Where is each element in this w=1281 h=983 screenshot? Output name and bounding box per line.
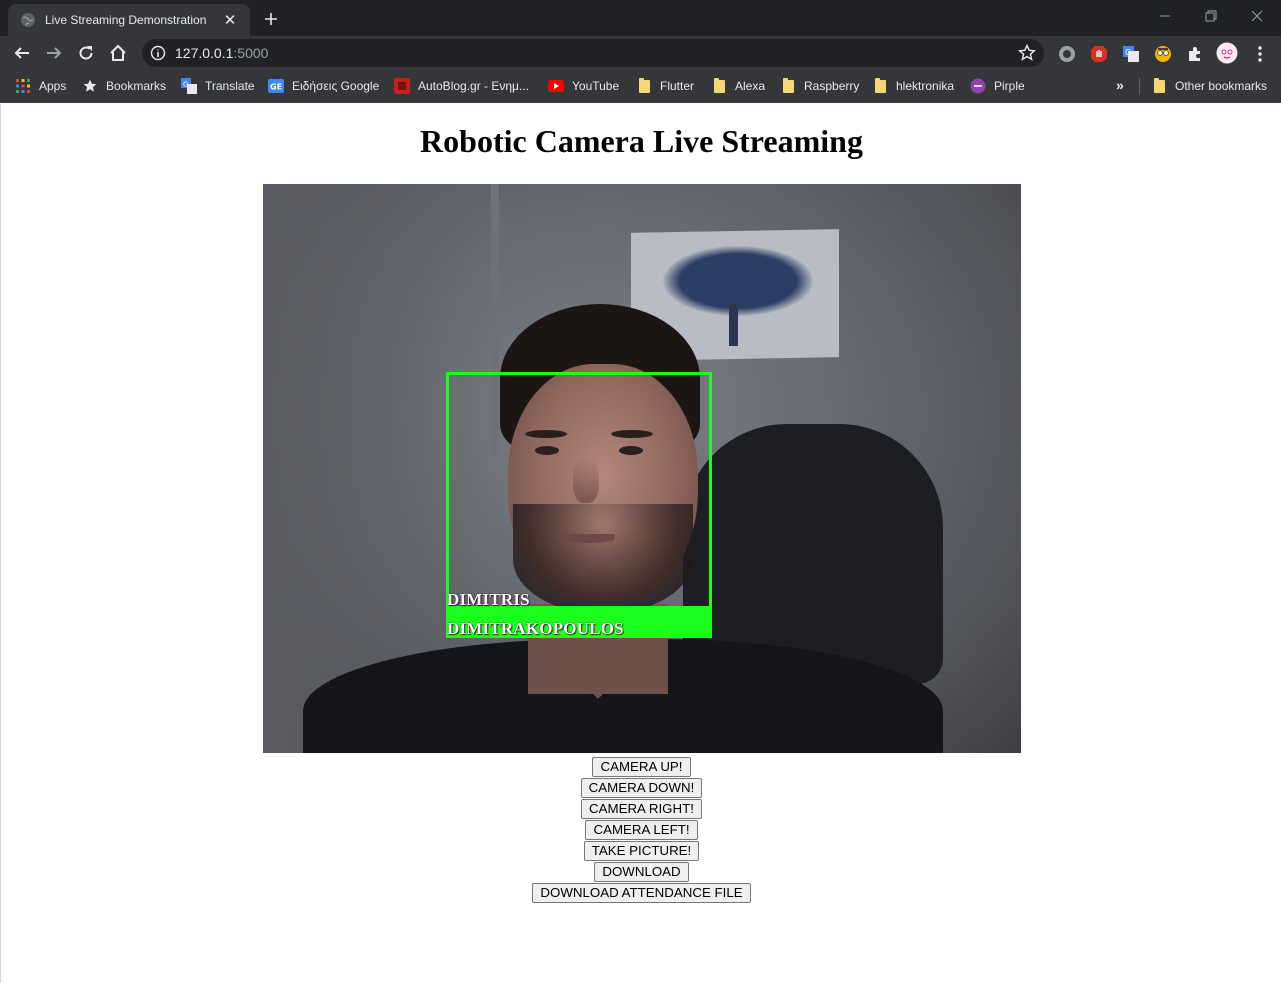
bookmark-label: Raspberry — [804, 79, 860, 93]
camera-controls: CAMERA UP! CAMERA DOWN! CAMERA RIGHT! CA… — [1, 757, 1281, 904]
tab-close-icon[interactable]: ✕ — [220, 10, 240, 30]
home-icon — [110, 44, 126, 61]
new-tab-button[interactable] — [258, 6, 284, 32]
apps-grid-icon — [15, 78, 31, 94]
folder-icon — [780, 77, 796, 94]
svg-text:G: G — [183, 81, 188, 89]
youtube-icon — [548, 78, 564, 94]
bookmark-youtube[interactable]: YouTube — [548, 77, 619, 95]
restore-icon — [1205, 10, 1217, 22]
svg-text:GE: GE — [270, 83, 282, 92]
forward-arrow-icon — [47, 47, 62, 59]
address-bar[interactable]: 127.0.0.1:5000 — [142, 39, 1044, 67]
translate-icon: G — [181, 78, 197, 94]
adblock-extension-icon[interactable] — [1089, 44, 1109, 64]
translate-extension-icon[interactable]: G — [1121, 44, 1141, 64]
profile-avatar-icon[interactable] — [1216, 42, 1238, 64]
google-news-icon: GE — [268, 78, 284, 94]
url-port: :5000 — [233, 45, 269, 61]
browser-tab-strip: Live Streaming Demonstration ✕ — [0, 0, 1281, 36]
bookmarks-overflow-chevron-icon[interactable]: » — [1116, 77, 1124, 93]
pirple-icon — [970, 78, 986, 94]
bookmark-label: Flutter — [660, 79, 695, 93]
tab-title: Live Streaming Demonstration — [45, 13, 207, 27]
bookmark-folder-hlektronika[interactable]: hlektronika — [872, 77, 954, 95]
page-title: Robotic Camera Live Streaming — [420, 123, 863, 159]
other-bookmarks-label: Other bookmarks — [1175, 79, 1268, 93]
bookmark-label: YouTube — [572, 79, 620, 93]
video-painting-tree — [663, 246, 813, 316]
puzzle-extensions-icon[interactable] — [1185, 44, 1205, 64]
bookmark-pirple[interactable]: Pirple — [970, 77, 1025, 95]
close-window-button[interactable] — [1234, 0, 1280, 32]
forward-button[interactable] — [40, 39, 68, 67]
info-icon[interactable] — [150, 45, 166, 61]
bookmark-label: hlektronika — [896, 79, 955, 93]
bookmark-label: Pirple — [994, 79, 1025, 93]
avatar-extension-icon[interactable] — [1153, 44, 1173, 64]
url-host: 127.0.0.1 — [175, 45, 234, 61]
browser-tab[interactable]: Live Streaming Demonstration ✕ — [8, 4, 250, 36]
restore-window-button[interactable] — [1188, 0, 1234, 32]
folder-icon — [636, 77, 652, 94]
autoblog-icon — [394, 78, 410, 94]
minimize-window-button[interactable] — [1142, 0, 1188, 32]
star-icon — [82, 78, 98, 94]
live-video-stream: DIMITRIS DIMITRAKOPOULOS — [263, 184, 1021, 753]
back-arrow-icon — [14, 47, 29, 59]
bookmark-autoblog[interactable]: AutoBlog.gr - Ενημ... — [394, 77, 529, 95]
bookmark-apps[interactable]: Apps — [15, 77, 66, 95]
bookmark-bookmarks[interactable]: Bookmarks — [82, 77, 166, 95]
reload-button[interactable] — [72, 39, 100, 67]
face-label-line2: DIMITRAKOPOULOS — [447, 619, 624, 638]
video-painting-trunk — [729, 304, 738, 346]
bookmark-folder-alexa[interactable]: Alexa — [711, 77, 765, 95]
face-label-line1: DIMITRIS — [447, 590, 530, 609]
download-button[interactable]: DOWNLOAD — [594, 862, 689, 882]
bookmark-translate[interactable]: G Translate — [181, 77, 255, 95]
bookmark-label: Ειδήσεις Google — [292, 79, 380, 93]
folder-icon — [872, 77, 888, 94]
camera-left-button[interactable]: CAMERA LEFT! — [585, 820, 698, 840]
menu-kebab-icon[interactable] — [1250, 44, 1270, 64]
page-content: Robotic Camera Live Streaming DIMITRIS D… — [0, 104, 1281, 983]
camera-up-button[interactable]: CAMERA UP! — [592, 757, 691, 777]
browser-toolbar: 127.0.0.1:5000 G — [0, 36, 1281, 70]
reload-icon — [79, 46, 93, 60]
bookmark-label: Alexa — [735, 79, 766, 93]
bookmark-label: Translate — [205, 79, 255, 93]
bookmark-label: Bookmarks — [106, 79, 167, 93]
bookmark-folder-raspberry[interactable]: Raspberry — [780, 77, 859, 95]
home-button[interactable] — [104, 39, 132, 67]
bookmark-label: AutoBlog.gr - Ενημ... — [418, 79, 529, 93]
bookmarks-bar: Apps Bookmarks G Translate GE Ειδήσεις G… — [0, 70, 1281, 103]
bookmarks-separator — [1139, 78, 1140, 95]
bookmark-google-news[interactable]: GE Ειδήσεις Google — [268, 77, 379, 95]
address-url[interactable]: 127.0.0.1:5000 — [175, 46, 268, 61]
record-extension-icon[interactable] — [1057, 44, 1077, 64]
bookmark-folder-flutter[interactable]: Flutter — [636, 77, 694, 95]
minimize-icon — [1160, 15, 1170, 17]
close-icon — [1251, 10, 1263, 22]
other-bookmarks[interactable]: Other bookmarks — [1151, 77, 1267, 95]
back-button[interactable] — [8, 39, 36, 67]
svg-text:G: G — [1125, 48, 1131, 57]
camera-right-button[interactable]: CAMERA RIGHT! — [581, 799, 702, 819]
download-attendance-file-button[interactable]: DOWNLOAD ATTENDANCE FILE — [532, 883, 751, 903]
folder-icon — [711, 77, 727, 94]
bookmark-label: Apps — [39, 79, 67, 93]
bookmark-star-icon[interactable] — [1018, 44, 1036, 62]
camera-down-button[interactable]: CAMERA DOWN! — [580, 778, 703, 798]
plus-icon — [265, 13, 277, 25]
take-picture-button[interactable]: TAKE PICTURE! — [583, 841, 700, 861]
globe-icon — [20, 12, 36, 28]
folder-icon — [1151, 77, 1167, 94]
